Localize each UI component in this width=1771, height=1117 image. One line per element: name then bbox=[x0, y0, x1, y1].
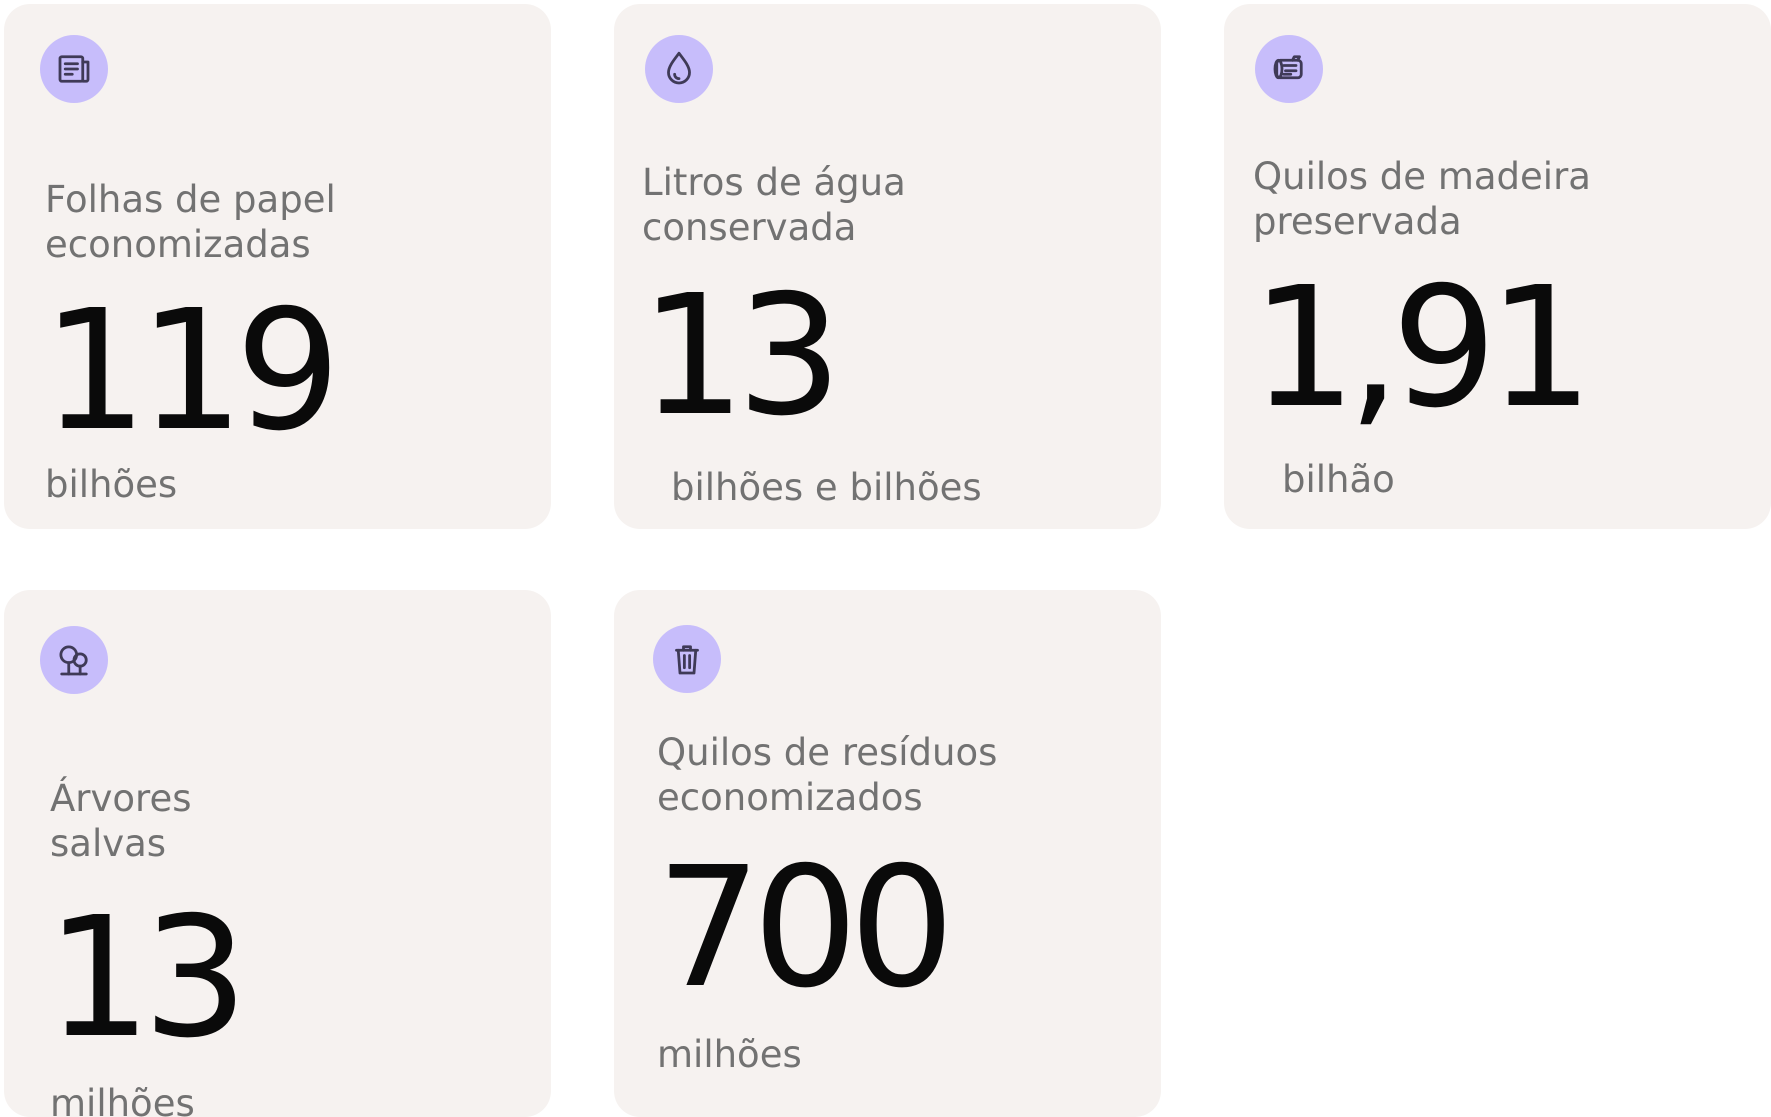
stat-label: Folhas de papel economizadas bbox=[45, 177, 336, 267]
stat-value: 13 bbox=[46, 882, 248, 1075]
stat-unit: bilhões bbox=[45, 463, 178, 506]
stat-label: Quilos de resíduos economizados bbox=[657, 730, 997, 820]
stat-label-line1: Quilos de madeira bbox=[1253, 155, 1591, 198]
stat-unit: milhões bbox=[657, 1033, 802, 1076]
stat-label-line2: economizadas bbox=[45, 223, 311, 266]
stat-label-line1: Árvores bbox=[50, 777, 192, 820]
stat-label-line2: salvas bbox=[50, 822, 167, 865]
stat-unit: bilhão bbox=[1282, 458, 1395, 501]
stat-card-trees: Árvores salvas 13 milhões bbox=[4, 590, 551, 1117]
stat-label-line2: preservada bbox=[1253, 200, 1462, 243]
stat-unit: milhões bbox=[50, 1082, 195, 1117]
stat-value: 700 bbox=[656, 832, 955, 1025]
water-drop-icon bbox=[645, 35, 713, 103]
trash-can-icon bbox=[653, 625, 721, 693]
stat-label-line1: Quilos de resíduos bbox=[657, 731, 998, 774]
stat-label-line2: conservada bbox=[642, 206, 857, 249]
stat-value: 1,91 bbox=[1251, 252, 1594, 445]
stat-value: 119 bbox=[42, 275, 341, 468]
stat-label-line2: economizados bbox=[657, 776, 923, 819]
trees-icon bbox=[40, 626, 108, 694]
stat-label: Litros de água conservada bbox=[642, 160, 906, 250]
stat-label-line1: Folhas de papel bbox=[45, 178, 336, 221]
stat-card-water: Litros de água conservada 13 bilhões e b… bbox=[614, 4, 1161, 529]
stat-label-line1: Litros de água bbox=[642, 161, 906, 204]
stat-card-waste: Quilos de resíduos economizados 700 milh… bbox=[614, 590, 1161, 1117]
newspaper-icon bbox=[40, 35, 108, 103]
stat-value: 13 bbox=[640, 260, 842, 453]
stat-card-wood: Quilos de madeira preservada 1,91 bilhão bbox=[1224, 4, 1771, 529]
stat-label: Quilos de madeira preservada bbox=[1253, 154, 1591, 244]
stat-unit: bilhões e bilhões bbox=[671, 466, 982, 509]
stat-card-paper: Folhas de papel economizadas 119 bilhões bbox=[4, 4, 551, 529]
log-icon bbox=[1255, 35, 1323, 103]
stat-label: Árvores salvas bbox=[50, 776, 192, 866]
